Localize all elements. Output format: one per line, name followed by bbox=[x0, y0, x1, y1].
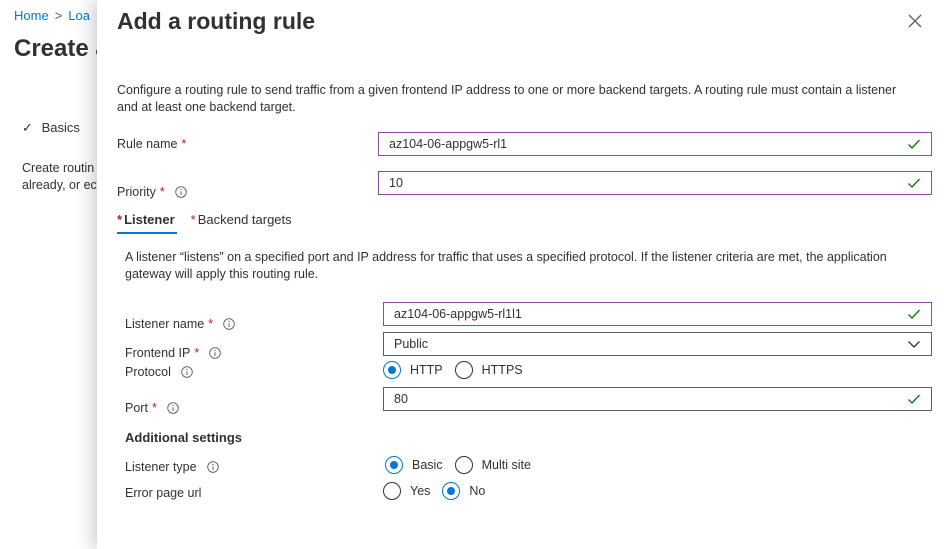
checkmark-icon bbox=[907, 137, 921, 151]
radio-indicator bbox=[385, 456, 403, 474]
radio-label: Multi site bbox=[481, 458, 531, 472]
tab-label: Backend targets bbox=[197, 212, 292, 227]
step-label: Basics bbox=[41, 120, 80, 135]
radio-basic[interactable]: Basic bbox=[385, 456, 443, 474]
radio-https[interactable]: HTTPS bbox=[454, 361, 523, 379]
radio-indicator bbox=[454, 361, 473, 379]
error-page-url-label: Error page url bbox=[125, 486, 201, 500]
radio-label: HTTP bbox=[410, 363, 443, 377]
error-page-url-label-text: Error page url bbox=[125, 486, 202, 500]
listener-type-label: Listener type bbox=[125, 460, 219, 474]
protocol-label-text: Protocol bbox=[125, 365, 171, 379]
info-icon[interactable] bbox=[209, 347, 221, 359]
panel-title: Add a routing rule bbox=[117, 8, 316, 34]
radio-indicator bbox=[442, 482, 461, 500]
info-icon[interactable] bbox=[223, 318, 235, 330]
radio-no[interactable]: No bbox=[442, 482, 485, 500]
radio-label: HTTPS bbox=[481, 363, 523, 377]
listener-name-label: Listener name * bbox=[125, 317, 235, 331]
tab-backend-targets[interactable]: * Backend targets bbox=[191, 210, 298, 234]
required-mark: * bbox=[159, 185, 165, 199]
priority-label-text: Priority bbox=[117, 185, 156, 199]
rule-name-label: Rule name * bbox=[117, 137, 186, 151]
error-page-radio-group: Yes No bbox=[383, 482, 497, 500]
listener-type-radio-group: Basic Multi site bbox=[385, 456, 543, 474]
frontend-ip-label-text: Frontend IP bbox=[125, 346, 191, 360]
frontend-ip-select[interactable]: Public bbox=[383, 332, 932, 356]
step-basics[interactable]: ✓ Basics bbox=[22, 120, 80, 136]
rule-name-input[interactable]: az104-06-appgw5-rl1 bbox=[378, 132, 932, 156]
radio-label: Yes bbox=[410, 484, 431, 498]
radio-indicator bbox=[454, 456, 473, 474]
required-mark: * bbox=[208, 317, 214, 331]
info-icon[interactable] bbox=[181, 366, 193, 378]
radio-multi-site[interactable]: Multi site bbox=[454, 456, 531, 474]
frontend-ip-label: Frontend IP * bbox=[125, 346, 221, 360]
required-mark: * bbox=[194, 346, 200, 360]
listener-name-value: az104-06-appgw5-rl1l1 bbox=[394, 307, 522, 321]
port-label-text: Port bbox=[125, 401, 148, 415]
port-input[interactable]: 80 bbox=[383, 387, 932, 411]
close-button[interactable] bbox=[906, 12, 924, 30]
tab-listener[interactable]: * Listener bbox=[117, 210, 181, 234]
routing-rule-panel: Add a routing rule Configure a routing r… bbox=[97, 0, 944, 549]
close-icon bbox=[908, 14, 922, 28]
radio-label: Basic bbox=[412, 458, 443, 472]
radio-label: No bbox=[469, 484, 486, 498]
listener-name-input[interactable]: az104-06-appgw5-rl1l1 bbox=[383, 302, 932, 326]
radio-http[interactable]: HTTP bbox=[383, 361, 443, 379]
required-mark: * bbox=[117, 212, 123, 227]
chevron-down-icon bbox=[907, 337, 921, 351]
tab-label: Listener bbox=[124, 212, 175, 227]
required-mark: * bbox=[190, 212, 196, 227]
rule-name-label-text: Rule name bbox=[117, 137, 178, 151]
checkmark-icon bbox=[907, 176, 921, 190]
info-icon[interactable] bbox=[167, 402, 179, 414]
port-label: Port * bbox=[125, 401, 179, 415]
priority-input[interactable]: 10 bbox=[378, 171, 932, 195]
protocol-radio-group: HTTP HTTPS bbox=[383, 361, 535, 379]
priority-value: 10 bbox=[389, 176, 403, 190]
checkmark-icon bbox=[907, 392, 921, 406]
info-icon[interactable] bbox=[206, 461, 219, 473]
required-mark: * bbox=[181, 137, 187, 151]
port-value: 80 bbox=[394, 392, 408, 406]
breadcrumb-next[interactable]: Loa bbox=[68, 8, 90, 23]
rule-name-value: az104-06-appgw5-rl1 bbox=[389, 137, 508, 151]
info-icon[interactable] bbox=[175, 186, 187, 198]
required-mark: * bbox=[151, 401, 157, 415]
tab-bar: * Listener * Backend targets bbox=[117, 210, 308, 236]
breadcrumb: Home > Loa bbox=[14, 8, 90, 23]
radio-indicator bbox=[383, 482, 401, 500]
checkmark-icon: ✓ bbox=[22, 120, 33, 135]
breadcrumb-home[interactable]: Home bbox=[14, 8, 49, 23]
listener-description: A listener “listens” on a specified port… bbox=[125, 250, 887, 281]
radio-indicator bbox=[383, 361, 401, 379]
panel-intro: Configure a routing rule to send traffic… bbox=[117, 83, 897, 114]
priority-label: Priority * bbox=[117, 185, 187, 199]
additional-settings-heading: Additional settings bbox=[125, 430, 242, 445]
listener-type-label-text: Listener type bbox=[125, 460, 197, 474]
frontend-ip-value: Public bbox=[394, 337, 429, 351]
checkmark-icon bbox=[907, 307, 921, 321]
protocol-label: Protocol bbox=[125, 365, 193, 379]
radio-yes[interactable]: Yes bbox=[383, 482, 430, 500]
page-title: Create a bbox=[14, 35, 109, 62]
breadcrumb-separator: > bbox=[54, 8, 63, 23]
listener-name-label-text: Listener name bbox=[125, 317, 205, 331]
